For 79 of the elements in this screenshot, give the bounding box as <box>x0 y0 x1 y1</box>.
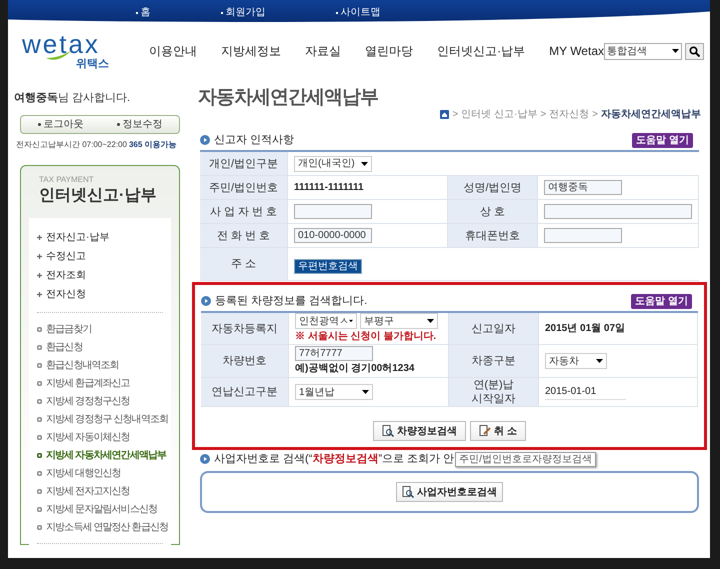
field-label: 성명/법인명 <box>463 180 522 194</box>
field-value: 111111-1111111 <box>294 181 364 195</box>
submenu-link[interactable]: 지방세 환급계좌신고 <box>46 376 130 391</box>
zip-search-button[interactable]: 우편번호검색 <box>294 258 362 274</box>
logo-subtitle: 위택스 <box>76 56 110 72</box>
menu-group-link[interactable]: 전자신고·납부 <box>46 230 110 244</box>
field-label: 차종구분 <box>472 354 516 368</box>
breadcrumb-separator: > <box>592 108 598 122</box>
input-field[interactable]: 77허7777 <box>295 346 373 361</box>
greeting-text: 여행중독님 감사합니다. <box>14 91 132 106</box>
menu-group-link[interactable]: 전자조회 <box>46 268 86 282</box>
field-label: 자동차등록지 <box>212 322 278 336</box>
nav-link[interactable]: 이용안내 <box>149 42 198 60</box>
tooltip: 주민/법인번호로자량정보검색 <box>455 452 596 466</box>
submenu-link[interactable]: 지방세 문자알림서비스신청 <box>46 502 158 517</box>
menu-group-link[interactable]: 수정신고 <box>46 248 86 264</box>
top-link[interactable]: 홈 <box>136 3 150 22</box>
submenu-link[interactable]: 지방세 대행인신청 <box>46 466 121 481</box>
search-scope-select[interactable]: 통합검색 <box>604 42 682 60</box>
breadcrumb-link[interactable]: 자동차세연간세액납부 <box>601 107 701 122</box>
section-title: 등록된 차량정보를 검색합니다. <box>215 294 368 309</box>
warning-text: ※ 서울시는 신청이 불가합니다. <box>295 330 438 344</box>
field-value: 2015-01-01 <box>545 384 626 400</box>
submenu-link[interactable]: 환급금찾기 <box>46 322 92 337</box>
availability-note: 365 이용가능 <box>128 138 177 150</box>
section-title: 사업자번호로 검색(“차량정보검색”으로 조회가 안 <box>214 452 454 467</box>
top-link[interactable]: 사이트맵 <box>336 3 380 22</box>
input-field[interactable]: 여행중독 <box>544 180 622 195</box>
logo-text[interactable]: wetax <box>22 30 100 58</box>
submenu-link[interactable]: 지방세 자동이체신청 <box>46 430 130 445</box>
nav-link[interactable]: MY Wetax <box>549 42 604 60</box>
field-label: 사 업 자 번 호 <box>210 204 278 218</box>
hint-text: 예)공백없이 경기00허1234 <box>295 362 416 376</box>
business-search-button[interactable]: 사업자번호로검색 <box>396 482 503 502</box>
top-link[interactable]: 회원가입 <box>220 3 266 22</box>
nav-link[interactable]: 열린마당 <box>365 42 414 60</box>
field-label: 연납신고구분 <box>212 385 278 399</box>
nav-link[interactable]: 인터넷신고·납부 <box>437 42 526 60</box>
submenu-link[interactable]: 지방세 자동차세연간세액납부 <box>46 448 166 463</box>
help-button[interactable]: 도움말 열기 <box>631 294 692 308</box>
dropdown-field[interactable]: 인천광역ㅅ <box>295 313 357 329</box>
dropdown-field[interactable]: 1월년납 <box>295 384 373 400</box>
input-field[interactable]: 010-0000-0000 <box>294 228 372 243</box>
vehicle-search-button[interactable]: 차량정보검색 <box>373 421 466 441</box>
submenu-link[interactable]: 지방세 경정청구신청 <box>46 394 130 409</box>
dropdown-field[interactable]: 부평구 <box>360 313 438 329</box>
cancel-button[interactable]: 취 소 <box>470 421 526 441</box>
section-title: 신고자 인적사항 <box>214 132 294 148</box>
field-label: 신고일자 <box>472 322 516 336</box>
submenu-link[interactable]: 환급신청내역조회 <box>46 358 119 373</box>
field-label: 연(분)납 시작일자 <box>472 378 516 406</box>
submenu-link[interactable]: 환급신청 <box>46 340 82 355</box>
dropdown-field[interactable]: 개인(내국인) <box>294 156 372 172</box>
submenu-link[interactable]: 지방세 경정청구 신청내역조회 <box>46 412 168 427</box>
sidebar-eyebrow: TAX PAYMENT <box>38 174 95 186</box>
field-label: 개인/법인구분 <box>208 156 278 170</box>
dropdown-field[interactable]: 자동차 <box>545 353 607 369</box>
field-label: 주민/법인번호 <box>208 180 278 194</box>
field-label: 주 소 <box>230 257 256 271</box>
submenu-link[interactable]: 지방소득세 연말정산 환급신청 <box>46 520 168 535</box>
field-label: 휴대폰번호 <box>465 228 520 242</box>
nav-link[interactable]: 지방세정보 <box>221 42 282 60</box>
breadcrumb-separator: > <box>540 108 546 122</box>
field-label: 차량번호 <box>222 354 266 368</box>
breadcrumb-link[interactable]: 인터넷 신고·납부 <box>461 107 538 122</box>
account-button[interactable]: 정보수정 <box>100 116 179 132</box>
sidebar-title: 인터넷신고·납부 <box>38 186 158 206</box>
account-button[interactable]: 로그아웃 <box>21 116 100 132</box>
help-button[interactable]: 도움말 열기 <box>632 132 693 148</box>
nav-link[interactable]: 자료실 <box>305 42 342 60</box>
field-label: 상 호 <box>480 204 506 218</box>
field-value: 2015년 01월 07일 <box>545 322 626 336</box>
page-title: 자동차세연간세액납부 <box>198 86 378 110</box>
menu-group-link[interactable]: 전자신청 <box>46 286 86 302</box>
breadcrumb-link[interactable]: 전자신청 <box>549 107 590 122</box>
field-label: 전 화 번 호 <box>216 228 270 242</box>
breadcrumb-separator: > <box>452 108 458 122</box>
submenu-link[interactable]: 지방세 전자고지신청 <box>46 484 130 499</box>
service-hours: 전자신고납부시간 07:00~22:00 <box>16 138 127 150</box>
